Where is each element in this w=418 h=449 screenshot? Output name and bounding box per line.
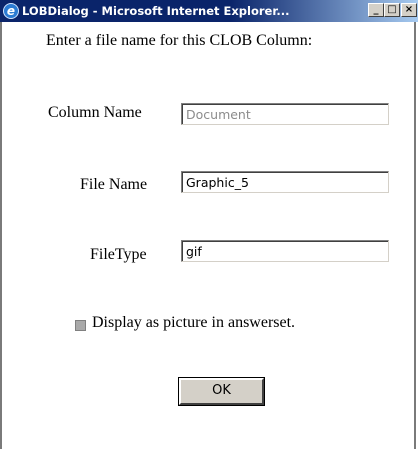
display-picture-label: Display as picture in answerset. (92, 314, 296, 331)
file-name-label: File Name (80, 176, 148, 193)
title-bar[interactable]: e LOBDialog - Microsoft Internet Explore… (0, 0, 418, 22)
file-name-field[interactable] (181, 171, 389, 193)
close-button[interactable]: × (401, 3, 417, 17)
column-name-field (181, 103, 389, 125)
maximize-button[interactable]: □ (384, 3, 400, 17)
file-type-field[interactable] (181, 240, 389, 262)
window-title: LOBDialog - Microsoft Internet Explorer.… (22, 4, 290, 18)
display-picture-checkbox[interactable] (75, 320, 86, 331)
file-type-label: FileType (90, 246, 147, 263)
ie-icon: e (3, 3, 19, 19)
prompt-text: Enter a file name for this CLOB Column: (46, 32, 313, 49)
minimize-button[interactable]: _ (368, 3, 384, 17)
ok-button[interactable]: OK (179, 378, 264, 405)
column-name-label: Column Name (48, 104, 142, 121)
